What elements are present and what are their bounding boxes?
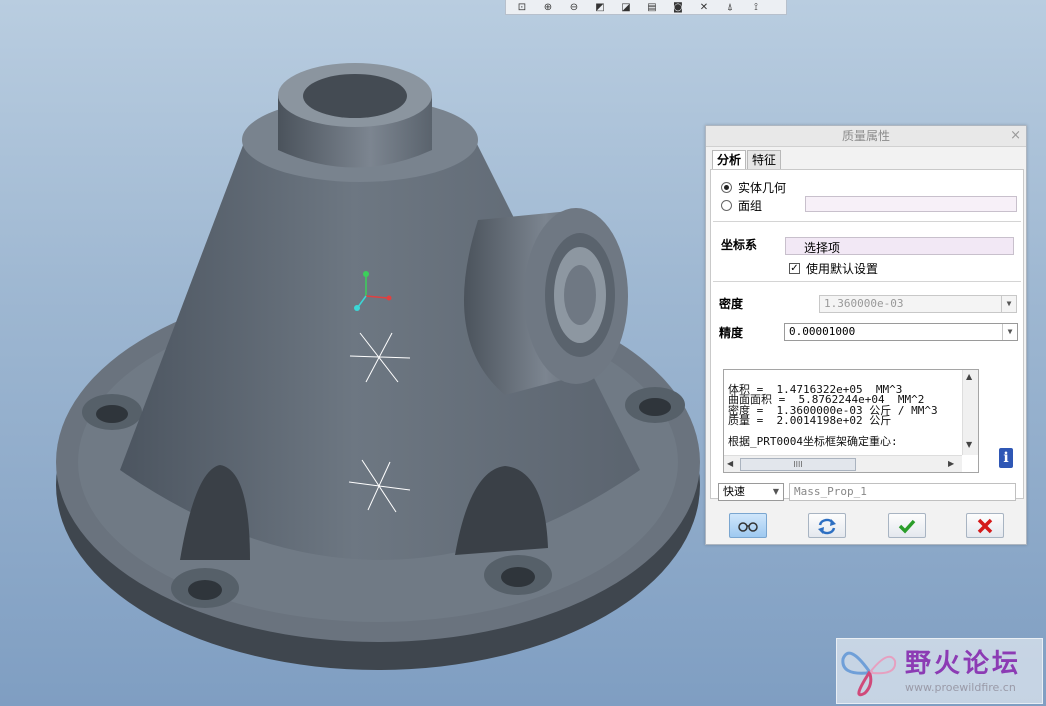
close-icon[interactable]: × (1010, 126, 1021, 146)
graphics-viewport[interactable]: ⊡ ⊕ ⊖ ◩ ◪ ▤ ◙ ✕ ⍋ ⟟ 质量属性 × 分析 特征 实体几何 面组… (0, 0, 1046, 706)
analysis-mode-value: 快速 (723, 485, 745, 498)
use-default-checkbox[interactable]: ✓ (789, 263, 800, 274)
use-default-option[interactable]: ✓ 使用默认设置 (789, 260, 878, 277)
quilt-collector[interactable] (805, 196, 1017, 212)
density-label: 密度 (719, 297, 744, 311)
mass-line: 质量 = 2.0014198e+02 公斤 (728, 414, 892, 427)
csys-collector[interactable]: 选择项 (785, 237, 1014, 255)
analysis-panel: 实体几何 面组 坐标系 选择项 ✓ 使用默认设置 密度 1.360000e-03 (710, 169, 1024, 499)
mass-properties-dialog: 质量属性 × 分析 特征 实体几何 面组 坐标系 选择项 ✓ 使用默认设置 密度… (705, 125, 1027, 545)
results-text: 体积 = 1.4716322e+05 MM^3 曲面面积 = 5.8762244… (728, 374, 938, 448)
watermark-url: www.proewildfire.cn (905, 681, 1016, 694)
chevron-down-icon[interactable]: ▼ (1002, 324, 1017, 340)
density-value: 1.360000e-03 (824, 297, 904, 310)
scroll-right-icon[interactable]: ▶ (948, 459, 954, 468)
csys-select-text: 选择项 (804, 241, 841, 255)
ok-check-icon (898, 519, 916, 534)
dialog-titlebar[interactable]: 质量属性 × (706, 126, 1026, 147)
dialog-title: 质量属性 (841, 129, 890, 143)
cog-line: 根据_PRT0004坐标框架确定重心: (728, 435, 898, 448)
results-textbox[interactable]: 体积 = 1.4716322e+05 MM^3 曲面面积 = 5.8762244… (723, 369, 979, 473)
use-default-label: 使用默认设置 (806, 262, 879, 276)
tab-feature[interactable]: 特征 (747, 150, 782, 169)
density-field: 1.360000e-03 ▼ (819, 295, 1017, 313)
scroll-down-icon[interactable]: ▼ (966, 440, 972, 449)
butterfly-logo-icon (841, 651, 897, 697)
quilt-label: 面组 (738, 199, 763, 213)
ok-button[interactable] (888, 513, 926, 538)
chevron-down-icon: ▼ (1001, 296, 1016, 312)
solid-geometry-option[interactable]: 实体几何 (721, 179, 786, 196)
accuracy-label: 精度 (719, 326, 744, 340)
tab-analysis[interactable]: 分析 (712, 150, 747, 169)
scroll-left-icon[interactable]: ◀ (727, 459, 733, 468)
hscroll-thumb[interactable]: IIII (740, 458, 856, 471)
analysis-name-value: Mass_Prop_1 (794, 485, 867, 498)
forum-watermark: 野火论坛 www.proewildfire.cn (836, 638, 1043, 704)
chevron-down-icon[interactable]: ▼ (769, 484, 783, 500)
cancel-button[interactable] (966, 513, 1004, 538)
info-icon[interactable]: i (999, 448, 1013, 468)
quilt-radio[interactable] (721, 200, 732, 211)
analysis-name-field[interactable]: Mass_Prop_1 (789, 483, 1016, 501)
accuracy-value: 0.00001000 (789, 325, 856, 338)
accuracy-field[interactable]: 0.00001000 ▼ (784, 323, 1018, 341)
preview-button[interactable] (729, 513, 767, 538)
watermark-title: 野火论坛 (905, 649, 1022, 679)
repeat-button[interactable] (808, 513, 846, 538)
scroll-up-icon[interactable]: ▲ (966, 372, 972, 381)
cancel-x-icon (977, 518, 993, 533)
csys-label: 坐标系 (721, 238, 758, 252)
analysis-mode-select[interactable]: 快速 ▼ (718, 483, 784, 501)
solid-geometry-radio[interactable] (721, 182, 732, 193)
results-horizontal-scrollbar[interactable]: ◀ IIII ▶ (724, 455, 962, 472)
results-vertical-scrollbar[interactable]: ▲ ▼ (962, 370, 978, 455)
solid-geometry-label: 实体几何 (738, 181, 787, 195)
quilt-option[interactable]: 面组 (721, 197, 762, 214)
repeat-arrows-icon (818, 518, 836, 534)
dialog-tabs: 分析 特征 (712, 150, 782, 169)
preview-glasses-icon (738, 521, 758, 532)
